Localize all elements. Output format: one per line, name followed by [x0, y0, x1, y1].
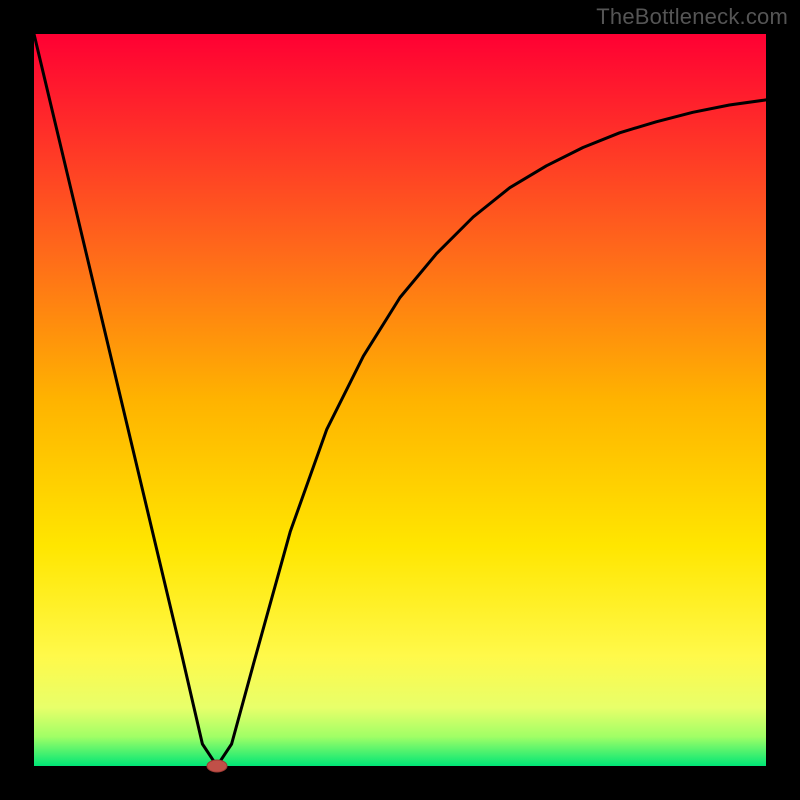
optimal-point-marker [207, 760, 227, 772]
chart-frame: TheBottleneck.com [0, 0, 800, 800]
plot-background [34, 34, 766, 766]
bottleneck-chart [0, 0, 800, 800]
